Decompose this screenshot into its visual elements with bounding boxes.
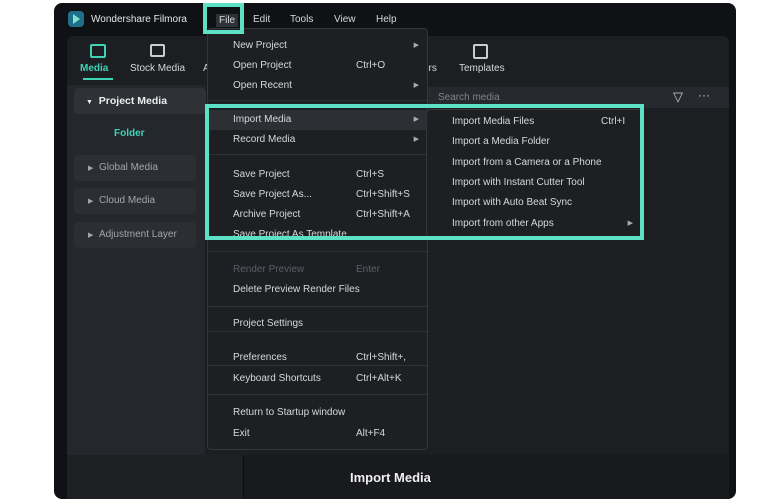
project-media-label: Project Media xyxy=(98,95,168,107)
submenu-arrow-icon: ▶ xyxy=(413,82,419,89)
file-menu-item: Render Preview Enter xyxy=(208,260,427,280)
label: Adjustment Layer xyxy=(98,229,177,240)
menu-separator xyxy=(208,100,427,101)
sidebar xyxy=(67,85,205,455)
sidebar-item-global-media[interactable]: ▶ Global Media xyxy=(74,155,196,181)
sidebar-item-adjustment-layer[interactable]: ▶ Adjustment Layer xyxy=(74,222,196,248)
tab-media[interactable]: Media xyxy=(80,63,108,74)
submenu-arrow-icon: ▶ xyxy=(413,42,419,49)
menu-item-label: Exit xyxy=(233,428,250,439)
menu-item-shortcut: Ctrl+Shift+, xyxy=(356,352,407,363)
menu-item-label: New Project xyxy=(233,40,287,51)
menu-item-shortcut: Enter xyxy=(356,264,380,275)
templates-icon xyxy=(473,44,488,59)
file-highlight-box xyxy=(203,3,244,34)
sidebar-folder[interactable]: Folder xyxy=(114,128,145,139)
menu-separator xyxy=(208,394,427,395)
menu-item-shortcut: Ctrl+Alt+K xyxy=(356,373,402,384)
menu-item-label: Return to Startup window xyxy=(233,407,346,418)
menu-item-label: Render Preview xyxy=(233,264,305,275)
file-menu-item[interactable]: Open Recent ▶ xyxy=(208,76,427,96)
label: Cloud Media xyxy=(98,195,156,206)
menu-item-label: Open Recent xyxy=(233,80,292,91)
menu-item-shortcut: Alt+F4 xyxy=(356,428,386,439)
app-title: Wondershare Filmora xyxy=(91,14,187,25)
menu-item-shortcut: Ctrl+O xyxy=(356,60,386,71)
bottom-left-panel xyxy=(67,455,244,499)
file-menu-item[interactable]: Project Settings xyxy=(208,314,427,334)
media-icon xyxy=(90,44,106,58)
tab-stock-media[interactable]: Stock Media xyxy=(130,63,185,74)
menu-item-label: Keyboard Shortcuts xyxy=(233,373,321,384)
file-menu-item[interactable]: Exit Alt+F4 xyxy=(208,424,427,444)
file-menu-item[interactable]: Return to Startup window xyxy=(208,403,427,423)
label: Global Media xyxy=(98,162,158,173)
file-menu-item[interactable]: New Project ▶ xyxy=(208,36,427,56)
menu-item-label: Open Project xyxy=(233,60,292,71)
menu-item-label: Project Settings xyxy=(233,318,304,329)
filter-icon[interactable]: ▽ xyxy=(673,89,683,105)
menu-item-label: Delete Preview Render Files xyxy=(233,284,360,295)
import-highlight-box xyxy=(205,104,644,240)
more-icon[interactable]: ··· xyxy=(698,88,710,102)
sidebar-item-cloud-media[interactable]: ▶ Cloud Media xyxy=(74,188,196,214)
import-media-title[interactable]: Import Media xyxy=(350,470,431,485)
menu-help[interactable]: Help xyxy=(376,14,397,25)
tab-active-indicator xyxy=(83,78,113,80)
menu-view[interactable]: View xyxy=(334,14,356,25)
file-menu-item[interactable]: Keyboard Shortcuts Ctrl+Alt+K xyxy=(208,369,427,389)
menu-edit[interactable]: Edit xyxy=(253,14,270,25)
menu-separator xyxy=(208,306,427,307)
file-menu-item[interactable]: Preferences Ctrl+Shift+, xyxy=(208,348,427,368)
menu-item-label: Preferences xyxy=(233,352,287,363)
search-input[interactable]: Search media xyxy=(438,92,500,103)
tab-templates[interactable]: Templates xyxy=(459,63,505,74)
stock-media-icon xyxy=(150,44,165,57)
filmora-logo-icon xyxy=(68,11,84,27)
sidebar-project-media[interactable]: ▼ Project Media xyxy=(74,88,206,114)
menu-tools[interactable]: Tools xyxy=(290,14,313,25)
menu-separator xyxy=(208,251,427,252)
file-menu-item[interactable]: Delete Preview Render Files xyxy=(208,280,427,300)
file-menu-item[interactable]: Open Project Ctrl+O xyxy=(208,56,427,76)
